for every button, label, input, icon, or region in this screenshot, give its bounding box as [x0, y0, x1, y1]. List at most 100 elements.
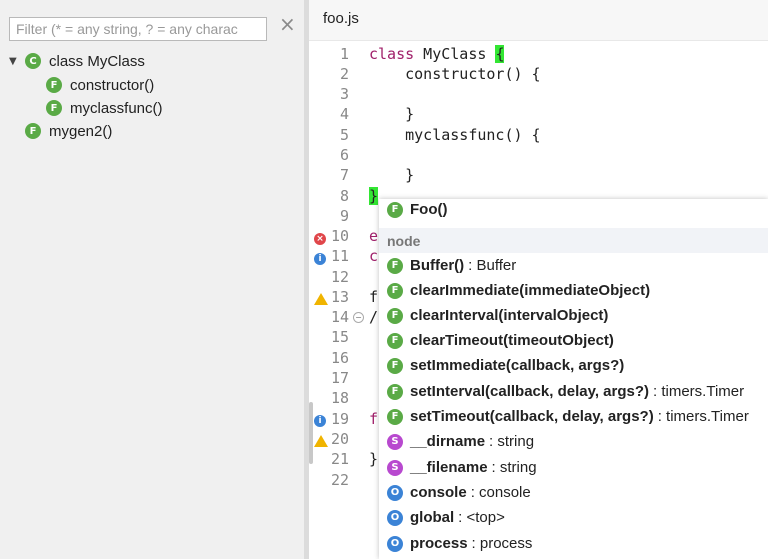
completion-item[interactable]: O console : console — [379, 480, 768, 505]
completion-item[interactable]: S __filename : string — [379, 455, 768, 480]
outline-pane: Filter (* = any string, ? = any charac ×… — [0, 0, 304, 559]
code-text: MyClass — [414, 45, 496, 63]
completion-name: clearImmediate(immediateObject) — [410, 282, 651, 299]
line-number: 16 — [330, 349, 349, 367]
code-line: constructor() { — [369, 65, 541, 83]
completion-name: setTimeout(callback, delay, args?) — [410, 408, 654, 425]
expand-triangle-icon[interactable]: ▼ — [9, 56, 23, 67]
completion-type: : console — [470, 484, 531, 501]
completion-item[interactable]: F setImmediate(callback, args?) — [379, 353, 768, 378]
info-marker-icon[interactable]: i — [314, 253, 326, 265]
function-icon: F — [387, 383, 403, 400]
line-number: 22 — [330, 471, 349, 489]
completion-type: : process — [471, 535, 533, 552]
completion-name: setInterval(callback, delay, args?) — [410, 383, 649, 400]
clear-filter-icon[interactable]: × — [279, 12, 296, 36]
line-number: 14 — [330, 308, 349, 326]
completion-name: Buffer() — [410, 257, 465, 274]
function-icon: F — [387, 201, 403, 218]
fold-toggle-icon[interactable]: − — [353, 312, 364, 323]
completion-item[interactable]: F setTimeout(callback, delay, args?) : t… — [379, 404, 768, 429]
completion-item[interactable]: F Buffer() : Buffer — [379, 253, 768, 278]
completion-type: : timers.Timer — [653, 383, 745, 400]
completion-group-header: node — [379, 228, 768, 253]
outline-item-myclassfunc[interactable]: F myclassfunc() — [46, 97, 163, 119]
line-number: 4 — [339, 105, 349, 123]
code-line: } — [369, 166, 415, 184]
line-number: 21 — [330, 450, 349, 468]
completion-item[interactable]: O global : <top> — [379, 505, 768, 530]
completion-name: clearTimeout(timeoutObject) — [410, 332, 614, 349]
completion-type: : Buffer — [468, 257, 517, 274]
completion-name: __filename — [410, 459, 488, 476]
completion-type: : string — [491, 459, 537, 476]
outline-item-constructor[interactable]: F constructor() — [46, 74, 154, 96]
string-icon: S — [387, 459, 403, 476]
editor-tab-bar: foo.js — [309, 0, 768, 41]
completion-type: : <top> — [458, 509, 505, 526]
code-line: c — [369, 247, 379, 265]
completion-item[interactable]: F clearImmediate(immediateObject) — [379, 278, 768, 303]
code-line: e — [369, 227, 379, 245]
outline-item-label: constructor() — [70, 76, 155, 94]
function-icon: F — [387, 357, 403, 374]
line-number: 5 — [339, 126, 349, 144]
completion-type: : string — [489, 433, 535, 450]
completion-item[interactable]: F Foo() — [379, 199, 768, 222]
code-line: / — [369, 308, 379, 326]
autocomplete-popup: F Foo() node F Buffer() : Buffer F clear… — [379, 199, 768, 559]
completion-name: __dirname — [410, 433, 486, 450]
warning-marker-icon[interactable] — [314, 435, 328, 447]
code-line: f — [369, 288, 379, 306]
completion-item[interactable]: F clearInterval(intervalObject) — [379, 303, 768, 328]
function-icon: F — [387, 282, 403, 299]
function-icon: F — [46, 77, 62, 93]
keyword: class — [369, 45, 415, 63]
completion-name: global — [410, 509, 455, 526]
code-line: } — [369, 105, 415, 123]
function-icon: F — [387, 257, 403, 274]
line-number: 3 — [339, 85, 349, 103]
line-number: 17 — [330, 369, 349, 387]
scrollbar-thumb[interactable] — [309, 402, 313, 464]
completion-type: : timers.Timer — [657, 408, 749, 425]
completion-name: setImmediate(callback, args?) — [410, 357, 625, 374]
outline-item-myclass[interactable]: ▼ C class MyClass — [9, 50, 145, 72]
line-number: 9 — [339, 207, 349, 225]
object-icon: O — [387, 509, 403, 526]
outline-item-label: mygen2() — [49, 122, 113, 140]
line-number: 1 — [339, 45, 349, 63]
completion-item[interactable]: F clearTimeout(timeoutObject) — [379, 328, 768, 353]
line-number: 6 — [339, 146, 349, 164]
completion-item[interactable]: O process : process — [379, 531, 768, 556]
line-number: 2 — [339, 65, 349, 83]
class-icon: C — [25, 53, 41, 69]
tab-foo-js[interactable]: foo.js — [323, 10, 359, 27]
warning-marker-icon[interactable] — [314, 293, 328, 305]
completion-name: console — [410, 484, 467, 501]
line-number: 7 — [339, 166, 349, 184]
outline-filter-input[interactable]: Filter (* = any string, ? = any charac — [9, 17, 267, 41]
outline-item-label: class MyClass — [49, 52, 145, 70]
function-icon: F — [387, 332, 403, 349]
completion-item[interactable]: F setInterval(callback, delay, args?) : … — [379, 379, 768, 404]
line-number: 15 — [330, 328, 349, 346]
function-icon: F — [46, 100, 62, 116]
matched-brace: } — [369, 187, 379, 205]
code-line: } — [369, 186, 379, 206]
code-line: myclassfunc() { — [369, 126, 541, 144]
completion-item[interactable]: S __dirname : string — [379, 429, 768, 454]
function-icon: F — [25, 123, 41, 139]
code-line: } — [369, 450, 379, 468]
line-number: 12 — [330, 268, 349, 286]
function-icon: F — [387, 408, 403, 425]
object-icon: O — [387, 484, 403, 501]
info-marker-icon[interactable]: i — [314, 415, 326, 427]
outline-item-label: myclassfunc() — [70, 99, 163, 117]
outline-item-mygen2[interactable]: F mygen2() — [25, 120, 112, 142]
error-marker-icon[interactable]: × — [314, 233, 326, 245]
matched-brace: { — [495, 45, 505, 63]
object-icon: O — [387, 535, 403, 552]
function-icon: F — [387, 307, 403, 324]
string-icon: S — [387, 433, 403, 450]
